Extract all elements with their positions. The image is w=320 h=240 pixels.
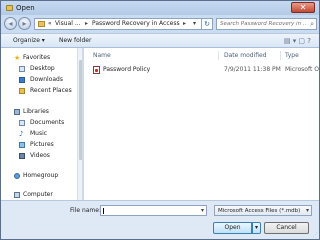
music-icon: ♪ <box>19 130 24 138</box>
open-options-button[interactable]: ▾ <box>252 222 261 234</box>
forward-arrow-icon: ▸ <box>22 19 27 28</box>
videos-icon <box>19 153 25 159</box>
open-button[interactable]: Open <box>213 222 252 234</box>
window-title: Open <box>16 4 35 12</box>
chevron-down-icon[interactable]: ▾ <box>193 20 196 27</box>
scrollbar-thumb[interactable] <box>79 60 82 160</box>
nav-downloads[interactable]: Downloads <box>1 76 77 85</box>
column-divider[interactable] <box>218 51 219 60</box>
navigation-pane: ★ Favorites Desktop Downloads Recent Pla… <box>1 48 83 200</box>
nav-computer[interactable]: Computer <box>1 191 77 200</box>
address-row: ◂ ▸ « Visual ... ▸ Password Recovery in … <box>1 15 319 33</box>
access-file-icon <box>93 66 100 74</box>
nav-label: Music <box>30 130 48 137</box>
dialog-footer: File name: ▾ Microsoft Access Files (*.m… <box>1 200 319 239</box>
nav-favorites[interactable]: ★ Favorites <box>1 54 77 63</box>
file-date: 7/9/2011 11:38 PM <box>224 66 281 73</box>
libraries-icon <box>14 109 20 115</box>
documents-icon <box>19 120 25 126</box>
nav-label: Computer <box>23 191 53 198</box>
recent-places-icon <box>19 88 25 94</box>
nav-documents[interactable]: Documents <box>1 119 77 128</box>
nav-label: Pictures <box>30 141 54 148</box>
cancel-button[interactable]: Cancel <box>264 222 309 234</box>
file-type-value: Microsoft Access Files (*.mdb) <box>218 208 301 214</box>
refresh-button[interactable]: ↻ <box>201 18 213 30</box>
folder-icon <box>38 21 45 27</box>
column-divider[interactable] <box>280 51 281 60</box>
chevron-down-icon[interactable]: ▾ <box>201 207 204 214</box>
back-button[interactable]: ◂ <box>4 17 17 30</box>
close-button[interactable]: ✕ <box>291 2 315 13</box>
file-type-select[interactable]: Microsoft Access Files (*.mdb) ▾ <box>214 205 312 216</box>
homegroup-icon <box>14 173 20 179</box>
breadcrumb-current[interactable]: Password Recovery in Access <box>92 20 180 27</box>
nav-label: Documents <box>30 119 65 126</box>
search-placeholder: Search Password Recovery in ... <box>220 21 306 27</box>
computer-icon <box>14 192 20 198</box>
nav-label: Favorites <box>23 54 51 61</box>
column-header-date[interactable]: Date modified <box>224 52 267 59</box>
nav-desktop[interactable]: Desktop <box>1 65 77 74</box>
nav-label: Videos <box>30 152 50 159</box>
nav-homegroup[interactable]: Homegroup <box>1 172 77 181</box>
file-type: Microsoft Of <box>285 66 319 73</box>
search-icon: ⌕ <box>310 20 314 28</box>
breadcrumb-overflow[interactable]: « <box>48 20 52 27</box>
search-input[interactable]: Search Password Recovery in ... ⌕ <box>216 18 317 30</box>
file-name-input[interactable]: ▾ <box>100 205 207 216</box>
forward-button[interactable]: ▸ <box>18 17 31 30</box>
resize-grip-icon[interactable]: ⋰ <box>313 232 318 238</box>
column-header-name[interactable]: Name <box>93 52 111 59</box>
nav-label: Homegroup <box>23 172 59 179</box>
nav-pictures[interactable]: Pictures <box>1 141 77 150</box>
nav-label: Downloads <box>30 76 63 83</box>
close-icon: ✕ <box>299 3 307 12</box>
file-name-label: File name: <box>70 207 101 214</box>
folder-icon <box>6 5 13 11</box>
nav-libraries[interactable]: Libraries <box>1 108 77 117</box>
breadcrumb-visual[interactable]: Visual ... <box>55 20 81 27</box>
nav-music[interactable]: ♪ Music <box>1 130 77 139</box>
open-dialog: Open ✕ ◂ ▸ « Visual ... ▸ Password Recov… <box>0 0 320 240</box>
title-bar: Open ✕ <box>1 1 319 15</box>
nav-label: Recent Places <box>30 87 72 94</box>
nav-recent-places[interactable]: Recent Places <box>1 87 77 96</box>
file-name: Password Policy <box>103 66 151 73</box>
back-arrow-icon: ◂ <box>8 19 13 28</box>
pictures-icon <box>19 142 25 148</box>
breadcrumb-separator[interactable]: ▸ <box>183 20 186 27</box>
nav-videos[interactable]: Videos <box>1 152 77 161</box>
nav-label: Libraries <box>23 108 49 115</box>
nav-label: Desktop <box>30 65 55 72</box>
chevron-down-icon: ▾ <box>254 224 258 231</box>
breadcrumb-separator[interactable]: ▸ <box>85 20 88 27</box>
chevron-down-icon: ▾ <box>305 207 309 214</box>
nav-scrollbar[interactable] <box>77 48 82 200</box>
column-header-type[interactable]: Type <box>285 52 299 59</box>
view-options-icon[interactable]: ▤ ▾ ▢ ? <box>284 37 311 45</box>
address-bar[interactable]: « Visual ... ▸ Password Recovery in Acce… <box>34 18 208 30</box>
new-folder-button[interactable]: New folder <box>59 37 91 44</box>
text-caret <box>103 208 104 214</box>
command-bar: Organize ▾ New folder ▤ ▾ ▢ ? <box>1 33 319 48</box>
table-row[interactable]: Password Policy 7/9/2011 11:38 PM Micros… <box>92 65 319 75</box>
refresh-icon: ↻ <box>204 20 210 28</box>
downloads-icon <box>19 77 25 83</box>
star-icon: ★ <box>14 54 21 62</box>
organize-button[interactable]: Organize ▾ <box>13 37 45 44</box>
file-list: Name Date modified Type Password Policy … <box>84 48 319 200</box>
desktop-icon <box>19 66 25 72</box>
